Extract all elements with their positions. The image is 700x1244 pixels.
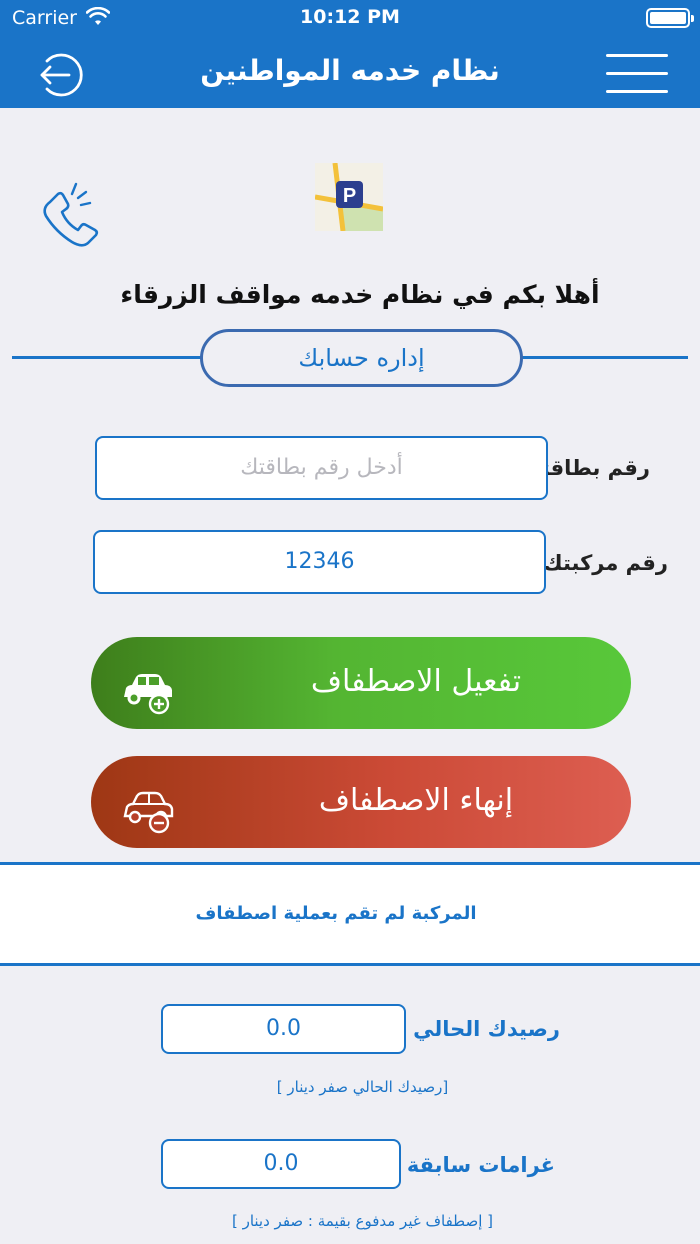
car-minus-icon — [119, 780, 179, 834]
page-title: نظام خدمه المواطنين — [200, 54, 500, 87]
fines-note: [ إصطفاف غير مدفوع بقيمة : صفر دينار ] — [231, 1212, 494, 1230]
fines-value: 0.0 — [161, 1139, 401, 1189]
parking-status-message: المركبة لم تقم بعملية اصطفاف — [195, 903, 477, 924]
clock: 10:12 PM — [300, 6, 400, 28]
balance-value: 0.0 — [161, 1004, 406, 1054]
status-bar: Carrier 10:12 PM — [0, 0, 700, 36]
card-number-input[interactable]: أدخل رقم بطاقتك — [95, 436, 548, 500]
end-parking-label: إنهاء الاصطفاف — [318, 783, 514, 818]
vehicle-number-input[interactable]: 12346 — [93, 530, 546, 594]
activate-parking-button[interactable]: تفعيل الاصطفاف — [91, 637, 631, 729]
balance-label: رصيدك الحالي : — [397, 1017, 560, 1041]
nav-bar: نظام خدمه المواطنين — [0, 36, 700, 108]
welcome-text: أهلا بكم في نظام خدمه مواقف الزرقاء — [120, 280, 600, 309]
battery-icon — [646, 8, 694, 28]
balance-note: [رصيدك الحالي صفر دينار ] — [276, 1078, 449, 1096]
car-plus-icon — [119, 661, 179, 715]
hamburger-menu-icon[interactable] — [606, 54, 668, 94]
activate-parking-label: تفعيل الاصطفاف — [310, 664, 522, 699]
parking-status-panel: المركبة لم تقم بعملية اصطفاف — [0, 862, 700, 966]
account-management-button[interactable]: إداره حسابك — [200, 329, 523, 387]
phone-ringing-icon[interactable] — [34, 180, 110, 256]
parking-logo: P — [315, 163, 383, 231]
vehicle-number-label: رقم مركبتك : — [527, 551, 668, 575]
svg-text:P: P — [343, 185, 356, 207]
end-parking-button[interactable]: إنهاء الاصطفاف — [91, 756, 631, 848]
fines-label: غرامات سابقة : — [391, 1153, 555, 1177]
